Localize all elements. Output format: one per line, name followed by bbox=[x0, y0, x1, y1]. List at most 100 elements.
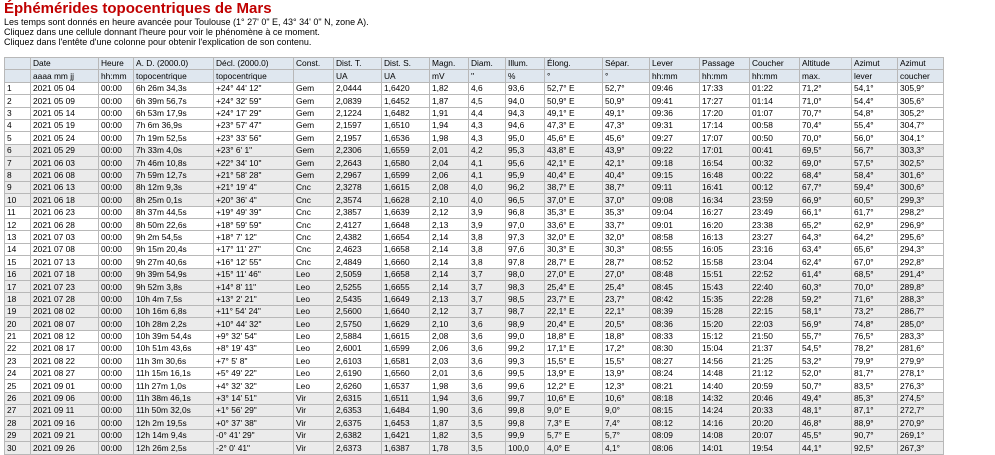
cell-time[interactable]: 00:00 bbox=[98, 168, 134, 182]
column-unit-distance-earth[interactable]: UA bbox=[333, 69, 382, 83]
cell-set[interactable]: 22:03 bbox=[749, 317, 800, 331]
cell-set[interactable]: 20:20 bbox=[749, 416, 800, 430]
cell-set[interactable]: 23:59 bbox=[749, 193, 800, 207]
cell-transit[interactable]: 14:16 bbox=[699, 416, 750, 430]
cell-set[interactable]: 01:22 bbox=[749, 81, 800, 96]
cell-set[interactable]: 23:49 bbox=[749, 205, 800, 220]
cell-transit[interactable]: 14:01 bbox=[699, 441, 750, 455]
cell-time[interactable]: 00:00 bbox=[98, 230, 134, 244]
cell-transit[interactable]: 16:41 bbox=[699, 180, 750, 195]
cell-set[interactable]: 23:16 bbox=[749, 242, 800, 257]
cell-time[interactable]: 00:00 bbox=[98, 106, 134, 120]
column-header-azimuth-rise[interactable]: Azimut bbox=[851, 56, 898, 71]
cell-set[interactable]: 21:25 bbox=[749, 354, 800, 368]
column-header-constellation[interactable]: Const. bbox=[293, 56, 334, 71]
column-header-rise[interactable]: Lever bbox=[649, 56, 700, 71]
cell-time[interactable]: 00:00 bbox=[98, 341, 134, 356]
column-unit-illumination[interactable]: % bbox=[505, 69, 545, 83]
cell-set[interactable]: 00:32 bbox=[749, 156, 800, 170]
column-header-magnitude[interactable]: Magn. bbox=[429, 56, 469, 71]
cell-transit[interactable]: 17:27 bbox=[699, 94, 750, 108]
cell-transit[interactable]: 14:40 bbox=[699, 379, 750, 393]
cell-time[interactable]: 00:00 bbox=[98, 441, 134, 455]
cell-set[interactable]: 22:52 bbox=[749, 267, 800, 282]
cell-rise[interactable]: 08:15 bbox=[649, 403, 700, 418]
column-unit-right-ascension[interactable]: topocentrique bbox=[133, 69, 214, 83]
cell-set[interactable]: 00:50 bbox=[749, 131, 800, 145]
cell-rise[interactable]: 08:33 bbox=[649, 329, 700, 344]
column-unit-azimuth-rise[interactable]: lever bbox=[851, 69, 898, 83]
cell-time[interactable]: 00:00 bbox=[98, 118, 134, 133]
cell-set[interactable]: 22:15 bbox=[749, 304, 800, 319]
cell-rise[interactable]: 08:52 bbox=[649, 255, 700, 269]
cell-transit[interactable]: 16:48 bbox=[699, 168, 750, 182]
column-header-distance-earth[interactable]: Dist. T. bbox=[333, 56, 382, 71]
cell-rise[interactable]: 08:48 bbox=[649, 267, 700, 282]
column-header-transit[interactable]: Passage bbox=[699, 56, 750, 71]
column-header-separation[interactable]: Sépar. bbox=[602, 56, 650, 71]
cell-rise[interactable]: 09:04 bbox=[649, 205, 700, 220]
cell-transit[interactable]: 17:20 bbox=[699, 106, 750, 120]
column-unit-diameter[interactable]: '' bbox=[468, 69, 506, 83]
cell-time[interactable]: 00:00 bbox=[98, 143, 134, 158]
cell-time[interactable]: 00:00 bbox=[98, 280, 134, 294]
cell-time[interactable]: 00:00 bbox=[98, 403, 134, 418]
cell-rise[interactable]: 09:27 bbox=[649, 131, 700, 145]
cell-rise[interactable]: 08:21 bbox=[649, 379, 700, 393]
cell-transit[interactable]: 15:12 bbox=[699, 329, 750, 344]
cell-rise[interactable]: 08:36 bbox=[649, 317, 700, 331]
column-unit-distance-sun[interactable]: UA bbox=[381, 69, 430, 83]
cell-transit[interactable]: 14:48 bbox=[699, 366, 750, 381]
cell-set[interactable]: 22:28 bbox=[749, 292, 800, 306]
cell-rise[interactable]: 09:46 bbox=[649, 81, 700, 96]
cell-time[interactable]: 00:00 bbox=[98, 329, 134, 344]
cell-time[interactable]: 00:00 bbox=[98, 267, 134, 282]
cell-time[interactable]: 00:00 bbox=[98, 180, 134, 195]
cell-transit[interactable]: 15:20 bbox=[699, 317, 750, 331]
cell-transit[interactable]: 14:56 bbox=[699, 354, 750, 368]
cell-transit[interactable]: 14:24 bbox=[699, 403, 750, 418]
column-header-distance-sun[interactable]: Dist. S. bbox=[381, 56, 430, 71]
cell-rise[interactable]: 09:11 bbox=[649, 180, 700, 195]
cell-time[interactable]: 00:00 bbox=[98, 255, 134, 269]
cell-rise[interactable]: 08:09 bbox=[649, 428, 700, 443]
cell-time[interactable]: 00:00 bbox=[98, 156, 134, 170]
cell-set[interactable]: 21:50 bbox=[749, 329, 800, 344]
cell-rise[interactable]: 08:18 bbox=[649, 391, 700, 405]
cell-set[interactable]: 23:04 bbox=[749, 255, 800, 269]
cell-set[interactable]: 20:59 bbox=[749, 379, 800, 393]
column-header-illumination[interactable]: Illum. bbox=[505, 56, 545, 71]
column-unit-elongation[interactable]: ° bbox=[544, 69, 603, 83]
cell-rise[interactable]: 09:18 bbox=[649, 156, 700, 170]
cell-time[interactable]: 00:00 bbox=[98, 379, 134, 393]
cell-set[interactable]: 00:22 bbox=[749, 168, 800, 182]
column-unit-separation[interactable]: ° bbox=[602, 69, 650, 83]
cell-transit[interactable]: 16:13 bbox=[699, 230, 750, 244]
cell-rise[interactable]: 09:41 bbox=[649, 94, 700, 108]
cell-transit[interactable]: 16:27 bbox=[699, 205, 750, 220]
cell-transit[interactable]: 16:20 bbox=[699, 218, 750, 232]
cell-time[interactable]: 00:00 bbox=[98, 428, 134, 443]
cell-transit[interactable]: 17:01 bbox=[699, 143, 750, 158]
column-header-right-ascension[interactable]: A. D. (2000.0) bbox=[133, 56, 214, 71]
column-header-date[interactable]: Date bbox=[30, 56, 99, 71]
column-unit-date[interactable]: aaaa mm jj bbox=[30, 69, 99, 83]
cell-set[interactable]: 20:33 bbox=[749, 403, 800, 418]
cell-time[interactable]: 00:00 bbox=[98, 354, 134, 368]
cell-transit[interactable]: 15:04 bbox=[699, 341, 750, 356]
cell-transit[interactable]: 16:54 bbox=[699, 156, 750, 170]
column-unit-magnitude[interactable]: mV bbox=[429, 69, 469, 83]
cell-transit[interactable]: 15:43 bbox=[699, 280, 750, 294]
cell-set[interactable]: 23:27 bbox=[749, 230, 800, 244]
column-header-declination[interactable]: Décl. (2000.0) bbox=[213, 56, 294, 71]
cell-rise[interactable]: 08:39 bbox=[649, 304, 700, 319]
cell-rise[interactable]: 08:27 bbox=[649, 354, 700, 368]
cell-transit[interactable]: 17:07 bbox=[699, 131, 750, 145]
column-header-elongation[interactable]: Élong. bbox=[544, 56, 603, 71]
column-unit-azimuth-set[interactable]: coucher bbox=[897, 69, 944, 83]
cell-set[interactable]: 00:58 bbox=[749, 118, 800, 133]
cell-time[interactable]: 00:00 bbox=[98, 304, 134, 319]
cell-time[interactable]: 00:00 bbox=[98, 416, 134, 430]
cell-set[interactable]: 21:37 bbox=[749, 341, 800, 356]
cell-rise[interactable]: 09:08 bbox=[649, 193, 700, 207]
